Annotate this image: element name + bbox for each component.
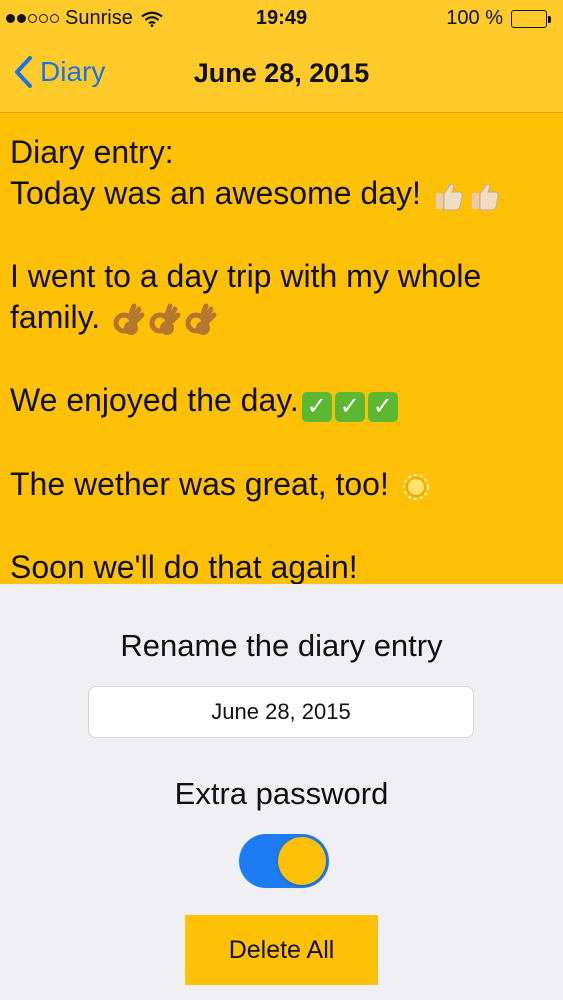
entry-settings-panel: Rename the diary entry Extra password De… <box>0 584 563 1000</box>
battery-icon <box>511 9 551 28</box>
delete-all-button[interactable]: Delete All <box>185 915 378 985</box>
diary-entry-text[interactable]: Diary entry: Today was an awesome day! I… <box>10 132 550 584</box>
password-label: Extra password <box>174 776 389 811</box>
diary-entry-area: Sunrise 19:49 100 % Diary June 28, 2015 <box>0 0 563 584</box>
entry-line-1: Diary entry: <box>10 134 174 170</box>
ok-hand-icon <box>185 303 217 335</box>
entry-line-3: I went to a day trip with my whole famil… <box>10 258 482 335</box>
status-bar: Sunrise 19:49 100 % <box>0 0 563 38</box>
entry-paragraph-3: We enjoyed the day. ✓ ✓ ✓ <box>10 380 550 422</box>
entry-line-2: Today was an awesome day! <box>10 175 421 211</box>
thumbs-up-icon <box>435 182 463 211</box>
ok-hand-icon <box>113 303 145 335</box>
entry-line-6: Soon we'll do that again! <box>10 549 358 584</box>
battery-percent: 100 % <box>446 7 503 29</box>
check-mark-icon: ✓ <box>334 392 365 422</box>
rename-label: Rename the diary entry <box>120 628 443 663</box>
entry-paragraph-2: I went to a day trip with my whole famil… <box>10 256 550 338</box>
status-right: 100 % <box>446 7 551 30</box>
entry-paragraph-4: The wether was great, too! <box>10 464 550 505</box>
entry-line-5: The wether was great, too! <box>10 466 389 502</box>
extra-password-toggle[interactable] <box>239 834 329 888</box>
page-title: June 28, 2015 <box>193 58 370 88</box>
entry-line-4: We enjoyed the day. <box>10 382 299 418</box>
ok-hand-icon <box>149 303 181 335</box>
check-mark-icon: ✓ <box>367 392 398 422</box>
sun-icon <box>402 473 429 500</box>
toggle-knob <box>278 837 326 885</box>
entry-paragraph-5: Soon we'll do that again! <box>10 547 550 584</box>
entry-paragraph-1: Diary entry: Today was an awesome day! <box>10 132 550 214</box>
thumbs-up-icon <box>471 182 499 211</box>
navigation-bar: Diary June 28, 2015 <box>0 38 563 113</box>
rename-input[interactable] <box>88 686 474 738</box>
check-mark-icon: ✓ <box>301 392 332 422</box>
